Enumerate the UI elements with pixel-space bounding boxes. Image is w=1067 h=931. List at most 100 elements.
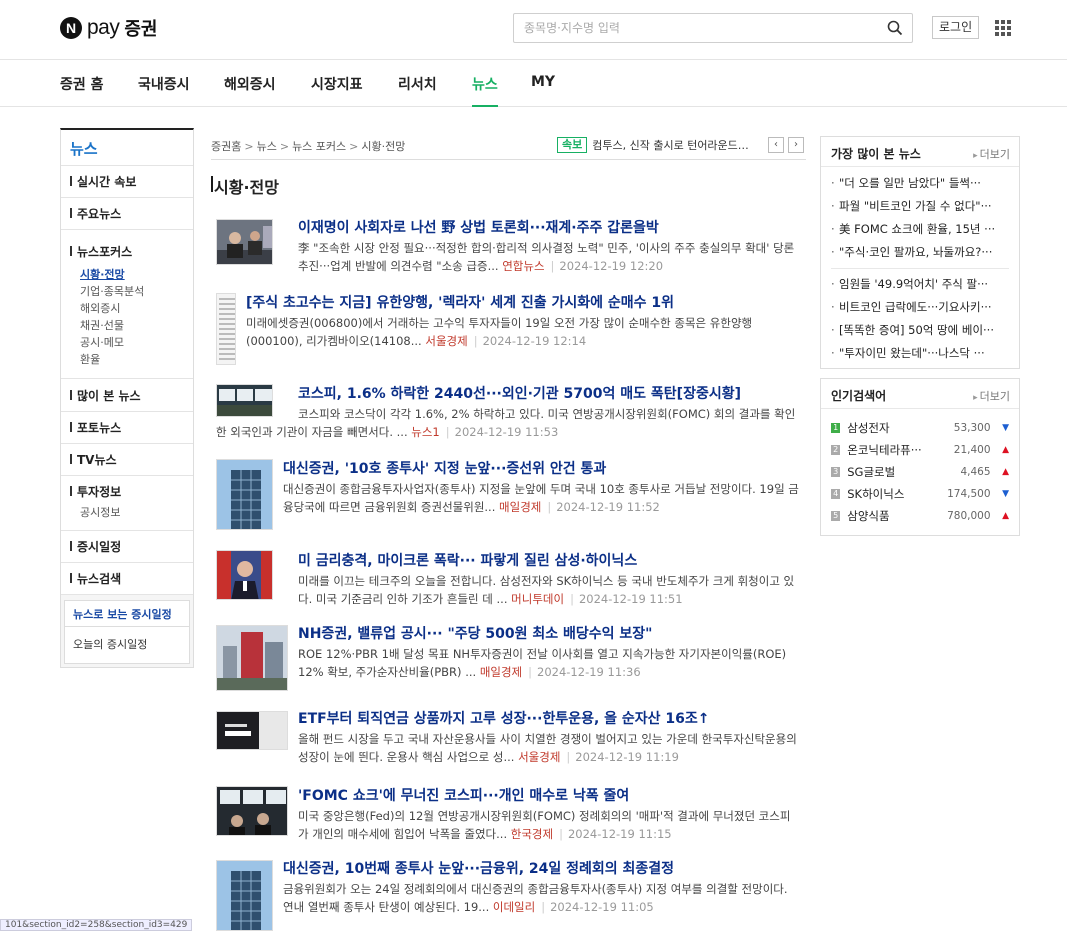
popular-search-title: 인기검색어 xyxy=(831,389,887,403)
crumb-home[interactable]: 증권홈 xyxy=(211,140,241,153)
article-thumbnail[interactable] xyxy=(216,459,273,530)
gnb-home[interactable]: 증권 홈 xyxy=(60,74,104,107)
article-title[interactable]: 'FOMC 쇼크'에 무너진 코스피···개인 매수로 낙폭 줄여 xyxy=(298,785,629,805)
apps-grid-icon[interactable] xyxy=(995,20,1011,36)
stock-name[interactable]: 온코닉테라퓨··· xyxy=(847,442,935,458)
article-title[interactable]: ETF부터 퇴직연금 상품까지 고루 성장···한투운용, 올 순자산 16조↑ xyxy=(298,708,710,728)
popular-search-row[interactable]: 4 SK하이닉스 174,500 ▼ xyxy=(831,483,1009,505)
article-title[interactable]: 대신증권, '10호 종투사' 지정 눈앞···증선위 안건 통과 xyxy=(283,458,606,478)
stock-name[interactable]: 삼양식품 xyxy=(847,508,935,524)
popular-search-row[interactable]: 5 삼양식품 780,000 ▲ xyxy=(831,505,1009,527)
article-press[interactable]: 서울경제 xyxy=(425,334,467,348)
article-thumbnail[interactable] xyxy=(216,860,273,931)
popular-search-row[interactable]: 3 SG글로벌 4,465 ▲ xyxy=(831,461,1009,483)
stock-price: 53,300 xyxy=(953,422,991,434)
article-title[interactable]: 미 금리충격, 마이크론 폭락··· 파랗게 질린 삼성·하이닉스 xyxy=(298,550,637,570)
article-thumbnail[interactable] xyxy=(216,550,273,600)
popular-search-row[interactable]: 2 온코닉테라퓨··· 21,400 ▲ xyxy=(831,439,1009,461)
popular-search-row[interactable]: 1 삼성전자 53,300 ▼ xyxy=(831,417,1009,439)
lnb-sub-disclosure-info[interactable]: 공시정보 xyxy=(80,504,184,521)
article-date: 2024-12-19 11:15 xyxy=(559,827,672,841)
breaking-news: 속보 컴투스, 신작 출시로 턴어라운드 전... xyxy=(557,137,752,153)
crumb-news[interactable]: 뉴스 xyxy=(257,140,277,153)
lnb-sub-overseas[interactable]: 해외증시 xyxy=(80,300,184,317)
rank-badge: 1 xyxy=(831,423,841,433)
most-viewed-item[interactable]: 파월 "비트코인 가질 수 없다"··· xyxy=(831,195,1009,218)
lnb-main-news[interactable]: 주요뉴스 xyxy=(70,205,184,222)
breaking-next-button[interactable]: › xyxy=(788,137,804,153)
search-box xyxy=(513,13,913,43)
lnb-news-search[interactable]: 뉴스검색 xyxy=(70,570,184,587)
gnb-my[interactable]: MY xyxy=(531,74,555,107)
article-thumbnail[interactable] xyxy=(216,293,236,365)
gnb-overseas[interactable]: 해외증시 xyxy=(224,74,276,107)
lnb-sub-market-outlook[interactable]: 시황·전망 xyxy=(80,266,184,283)
status-url-bar: 101&section_id2=258&section_id3=429 xyxy=(0,919,193,931)
stock-name[interactable]: SK하이닉스 xyxy=(847,486,935,502)
lnb-investment-info[interactable]: 투자정보 xyxy=(70,483,184,500)
lnb-news-focus[interactable]: 뉴스포커스 xyxy=(70,243,184,260)
lnb-calendar-title[interactable]: 뉴스로 보는 증시일정 xyxy=(64,600,190,626)
most-viewed-item[interactable]: 비트코인 급락에도···기요사키··· xyxy=(831,296,1009,319)
article-thumbnail[interactable] xyxy=(216,219,273,265)
most-viewed-item[interactable]: "주식·코인 팔까요, 놔둘까요?··· xyxy=(831,241,1009,264)
article-thumbnail[interactable] xyxy=(216,625,288,691)
article-press[interactable]: 매일경제 xyxy=(480,665,522,679)
stock-price: 4,465 xyxy=(960,466,991,478)
article-press[interactable]: 연합뉴스 xyxy=(502,259,544,273)
article-thumbnail[interactable] xyxy=(216,711,288,750)
article-title[interactable]: 이재명이 사회자로 나선 野 상법 토론회···재계·주주 갑론을박 xyxy=(298,217,659,237)
gnb-research[interactable]: 리서치 xyxy=(398,74,437,107)
breaking-prev-button[interactable]: ‹ xyxy=(768,137,784,153)
crumb-current[interactable]: 시황·전망 xyxy=(361,140,405,153)
lnb-sub-disclosure[interactable]: 공시·메모 xyxy=(80,334,184,351)
article-press[interactable]: 서울경제 xyxy=(518,750,560,764)
logo[interactable]: N pay 증권 xyxy=(60,16,157,40)
stock-name[interactable]: 삼성전자 xyxy=(847,420,935,436)
lnb-realtime[interactable]: 실시간 속보 xyxy=(70,173,184,190)
article-thumbnail[interactable] xyxy=(216,786,288,836)
stock-price: 21,400 xyxy=(953,444,991,456)
lnb-sub-fx[interactable]: 환율 xyxy=(80,351,184,368)
stock-name[interactable]: SG글로벌 xyxy=(847,464,935,480)
login-button[interactable]: 로그인 xyxy=(932,16,980,39)
most-viewed-item[interactable]: "더 오를 일만 남았다" 들썩··· xyxy=(831,172,1009,195)
article-press[interactable]: 이데일리 xyxy=(493,900,535,914)
article-date: 2024-12-19 11:19 xyxy=(566,750,679,764)
article-press[interactable]: 매일경제 xyxy=(499,500,541,514)
crumb-focus[interactable]: 뉴스 포커스 xyxy=(292,140,346,153)
most-viewed-more-link[interactable]: 더보기 xyxy=(973,146,1010,162)
lnb-title[interactable]: 뉴스 xyxy=(61,130,193,166)
arrow-down-icon: ▼ xyxy=(1002,423,1009,433)
search-input[interactable] xyxy=(514,14,874,42)
arrow-up-icon: ▲ xyxy=(1002,511,1009,521)
popular-search-more-link[interactable]: 더보기 xyxy=(973,388,1010,404)
lnb-calendar-today[interactable]: 오늘의 증시일정 xyxy=(64,626,190,664)
article-press[interactable]: 뉴스1 xyxy=(411,425,439,439)
article-press[interactable]: 머니투데이 xyxy=(511,592,564,606)
most-viewed-item[interactable]: "투자이민 왔는데"···나스닥 ··· xyxy=(831,342,1009,365)
article-title[interactable]: 코스피, 1.6% 하락한 2440선···외인·기관 5700억 매도 폭탄[… xyxy=(298,383,741,403)
breaking-text[interactable]: 컴투스, 신작 출시로 턴어라운드 전... xyxy=(592,137,752,153)
article-title[interactable]: [주식 초고수는 지금] 유한양행, '렉라자' 세계 진출 가시화에 순매수 … xyxy=(246,292,674,312)
article-date: 2024-12-19 11:52 xyxy=(547,500,660,514)
article-desc: 금융위원회가 오는 24일 정례회의에서 대신증권의 종합금융투자사(종투사) … xyxy=(283,882,788,914)
rank-badge: 4 xyxy=(831,489,841,499)
gnb-news[interactable]: 뉴스 xyxy=(472,74,498,107)
gnb-indicators[interactable]: 시장지표 xyxy=(311,74,363,107)
article-title[interactable]: NH증권, 밸류업 공시··· "주당 500원 최소 배당수익 보장" xyxy=(298,623,652,643)
article-press[interactable]: 한국경제 xyxy=(511,827,553,841)
gnb-domestic[interactable]: 국내증시 xyxy=(138,74,190,107)
lnb-sub-bonds[interactable]: 채권·선물 xyxy=(80,317,184,334)
lnb-schedule[interactable]: 증시일정 xyxy=(70,538,184,555)
most-viewed-item[interactable]: [똑똑한 증여] 50억 땅에 베이··· xyxy=(831,319,1009,342)
lnb-sub-company[interactable]: 기업·종목분석 xyxy=(80,283,184,300)
lnb-most-viewed[interactable]: 많이 본 뉴스 xyxy=(70,387,184,404)
most-viewed-item[interactable]: 임원들 '49.9억어치' 주식 팔··· xyxy=(831,273,1009,296)
article-title[interactable]: 대신증권, 10번째 종투사 눈앞···금융위, 24일 정례회의 최종결정 xyxy=(283,858,674,878)
most-viewed-item[interactable]: 美 FOMC 쇼크에 환율, 15년 ··· xyxy=(831,218,1009,241)
arrow-up-icon: ▲ xyxy=(1002,445,1009,455)
lnb-photo-news[interactable]: 포토뉴스 xyxy=(70,419,184,436)
search-icon[interactable] xyxy=(887,20,903,36)
lnb-tv-news[interactable]: TV뉴스 xyxy=(70,451,184,468)
